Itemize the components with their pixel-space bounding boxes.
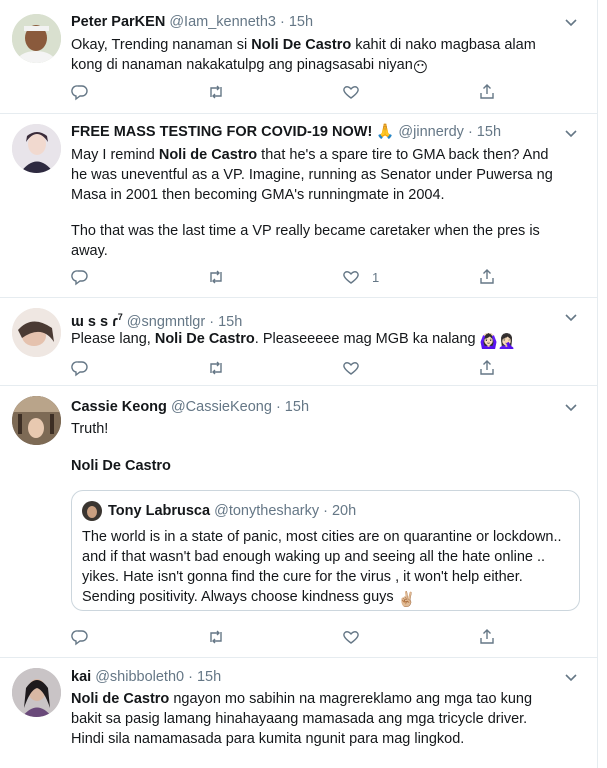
tweet[interactable]: FREE MASS TESTING FOR COVID-19 NOW! 🙏 @j… <box>0 114 597 298</box>
display-name[interactable]: ɯ s s ɾ7 <box>71 312 123 330</box>
tweet-text: Truth! <box>71 421 109 437</box>
share-button[interactable] <box>478 82 496 102</box>
user-handle[interactable]: @Iam_kenneth3 <box>169 14 276 30</box>
tweet-text-paragraph: Tho that was the last time a VP really b… <box>71 223 540 259</box>
tweet-actions <box>71 627 501 647</box>
tweet-actions <box>71 82 501 102</box>
retweet-button[interactable] <box>207 627 225 647</box>
tweet-header: Peter ParKEN @Iam_kenneth3 · 15h <box>71 12 562 32</box>
display-name[interactable]: Peter ParKEN <box>71 14 165 30</box>
like-count: 1 <box>372 269 380 285</box>
tweet-text: Noli de Castro ngayon mo sabihin na magr… <box>71 691 533 747</box>
share-icon <box>480 360 494 375</box>
display-name[interactable]: Cassie Keong <box>71 399 167 415</box>
avatar <box>82 501 102 521</box>
tweet[interactable]: Cassie Keong @CassieKeong · 15h Truth! N… <box>0 386 597 658</box>
timestamp[interactable]: · 15h <box>280 14 313 30</box>
reply-icon <box>71 85 88 101</box>
display-name[interactable]: kai <box>71 669 91 685</box>
chevron-down-icon[interactable] <box>564 15 578 29</box>
share-icon <box>480 84 494 99</box>
tweet-text-bold: Noli De Castro <box>71 458 171 474</box>
reply-button[interactable] <box>71 358 89 378</box>
tweet-header: FREE MASS TESTING FOR COVID-19 NOW! 🙏 @j… <box>71 122 562 142</box>
tweet[interactable]: kai @shibboleth0 · 15h Noli de Castro ng… <box>0 658 597 768</box>
emoji: 😶 <box>412 60 428 76</box>
retweet-icon <box>210 85 222 99</box>
display-name[interactable]: FREE MASS TESTING FOR COVID-19 NOW! <box>71 124 372 140</box>
mention-bold: Noli de Castro <box>158 147 258 163</box>
mention-bold: Noli De Castro <box>251 37 352 53</box>
tweet-text: Okay, Trending nanaman si Noli De Castro… <box>71 37 536 76</box>
reply-button[interactable] <box>71 267 89 287</box>
like-button[interactable] <box>342 627 372 647</box>
timestamp: · 20h <box>323 503 357 519</box>
retweet-button[interactable] <box>207 267 225 287</box>
like-icon <box>343 631 359 644</box>
reply-icon <box>71 361 88 377</box>
chevron-down-icon[interactable] <box>564 670 578 684</box>
share-button[interactable] <box>478 267 496 287</box>
avatar[interactable] <box>12 396 61 445</box>
chevron-down-icon[interactable] <box>564 310 578 324</box>
share-button[interactable] <box>478 627 496 647</box>
emoji: ✌🏼 <box>397 592 416 608</box>
avatar[interactable] <box>12 124 61 173</box>
chevron-down-icon[interactable] <box>564 400 578 414</box>
mention-bold: Noli De Castro <box>154 331 255 347</box>
user-handle: @tonythesharky <box>214 503 320 519</box>
retweet-icon <box>210 270 222 284</box>
tweet[interactable]: Peter ParKEN @Iam_kenneth3 · 15h Okay, T… <box>0 0 597 114</box>
reply-button[interactable] <box>71 627 89 647</box>
quote-header: Tony Labrusca @tonythesharky · 20h <box>82 501 356 521</box>
avatar[interactable] <box>12 308 61 357</box>
quoted-tweet[interactable]: Tony Labrusca @tonythesharky · 20h The w… <box>71 490 580 611</box>
user-handle[interactable]: @sngmntlgr <box>127 314 205 330</box>
like-icon <box>343 271 359 284</box>
timestamp[interactable]: · 15h <box>276 399 309 415</box>
reply-icon <box>71 270 88 286</box>
like-button[interactable]: 1 <box>342 267 379 287</box>
tweet[interactable]: ɯ s s ɾ7 @sngmntlgr · 15h Please lang, N… <box>0 298 597 386</box>
retweet-icon <box>210 630 222 644</box>
like-icon <box>343 362 359 375</box>
tweet-actions <box>71 358 501 378</box>
user-handle[interactable]: @CassieKeong <box>171 399 272 415</box>
timestamp[interactable]: · 15h <box>468 124 501 140</box>
quote-text: The world is in a state of panic, most c… <box>82 529 562 608</box>
tweet-actions: 1 <box>71 267 501 287</box>
avatar[interactable] <box>12 668 61 717</box>
emoji: 🙆🏻‍♀️🤦🏻‍♀️ <box>479 334 516 350</box>
share-button[interactable] <box>478 358 496 378</box>
retweet-icon <box>210 361 222 375</box>
user-handle[interactable]: @jinnerdy <box>398 124 464 140</box>
share-icon <box>480 629 494 644</box>
tweet-header: kai @shibboleth0 · 15h <box>71 667 562 687</box>
mention-bold: Noli de Castro <box>71 691 170 707</box>
like-icon <box>343 86 359 99</box>
chevron-down-icon[interactable] <box>564 126 578 140</box>
emoji: 🙏 <box>376 124 395 140</box>
reply-button[interactable] <box>71 82 89 102</box>
share-icon <box>480 269 494 284</box>
tweet-text: May I remind Noli de Castro that he's a … <box>71 147 553 203</box>
retweet-button[interactable] <box>207 82 225 102</box>
display-name: Tony Labrusca <box>108 503 211 519</box>
avatar[interactable] <box>12 14 61 63</box>
user-handle[interactable]: @shibboleth0 <box>95 669 184 685</box>
reply-icon <box>71 630 88 646</box>
tweet-header: Cassie Keong @CassieKeong · 15h <box>71 397 562 417</box>
like-button[interactable] <box>342 358 372 378</box>
tweet-text: Please lang, Noli De Castro. Pleaseeeee … <box>71 331 516 350</box>
timestamp[interactable]: · 15h <box>209 314 242 330</box>
timestamp[interactable]: · 15h <box>188 669 221 685</box>
like-button[interactable] <box>342 82 372 102</box>
retweet-button[interactable] <box>207 358 225 378</box>
tweet-feed: Peter ParKEN @Iam_kenneth3 · 15h Okay, T… <box>0 0 598 768</box>
